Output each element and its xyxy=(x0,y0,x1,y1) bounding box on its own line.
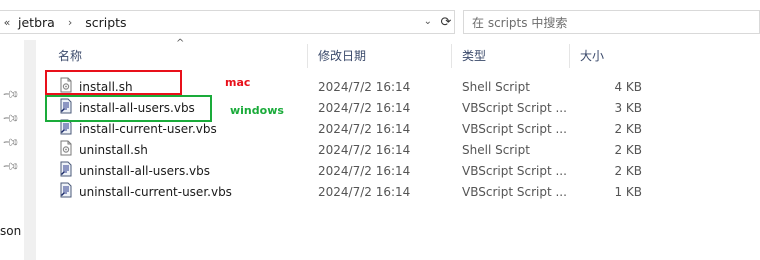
address-dropdown-icon[interactable]: ⌄ xyxy=(424,16,432,27)
file-date: 2024/7/2 16:14 xyxy=(318,184,411,199)
shell-script-icon xyxy=(58,140,79,159)
file-size: 2 KB xyxy=(614,142,642,157)
nav-item-cut-label[interactable]: son xyxy=(0,224,21,238)
annotation-box-windows xyxy=(45,95,212,122)
file-date: 2024/7/2 16:14 xyxy=(318,163,411,178)
file-name[interactable]: uninstall-all-users.vbs xyxy=(79,164,210,178)
pin-icon[interactable]: 📌︎ xyxy=(1,133,20,152)
file-row[interactable]: uninstall-current-user.vbs 2024/7/2 16:14… xyxy=(48,181,644,202)
annotation-label-mac: mac xyxy=(225,76,251,89)
file-type: VBScript Script ... xyxy=(462,121,567,136)
file-name-cell[interactable]: uninstall-all-users.vbs xyxy=(48,161,308,180)
file-name[interactable]: uninstall.sh xyxy=(79,143,148,157)
breadcrumb-separator-icon[interactable]: › xyxy=(59,16,81,29)
annotation-box-mac xyxy=(45,70,182,95)
file-date: 2024/7/2 16:14 xyxy=(318,100,411,115)
nav-scrollbar[interactable] xyxy=(24,40,36,260)
column-header: 名称 修改日期 类型 大小 xyxy=(48,44,644,68)
file-size: 2 KB xyxy=(614,121,642,136)
overflow-chevron-icon[interactable]: « xyxy=(0,16,14,29)
file-type: Shell Script xyxy=(462,142,530,157)
file-size: 1 KB xyxy=(614,184,642,199)
file-name-cell[interactable]: uninstall-current-user.vbs xyxy=(48,182,308,201)
file-type: VBScript Script ... xyxy=(462,184,567,199)
vbscript-icon xyxy=(58,182,79,201)
pin-icon[interactable]: 📌︎ xyxy=(1,85,20,104)
file-name-cell[interactable]: uninstall.sh xyxy=(48,140,308,159)
header-type[interactable]: 类型 xyxy=(452,44,570,68)
vbscript-icon xyxy=(58,161,79,180)
search-box[interactable]: 在 scripts 中搜索 xyxy=(463,10,760,34)
file-size: 4 KB xyxy=(614,79,642,94)
annotation-label-windows: windows xyxy=(230,104,284,117)
address-bar[interactable]: « jetbra › scripts ⌄ xyxy=(0,10,455,34)
breadcrumb-scripts[interactable]: scripts xyxy=(81,15,130,30)
search-input[interactable]: 在 scripts 中搜索 xyxy=(472,14,567,31)
file-date: 2024/7/2 16:14 xyxy=(318,79,411,94)
file-size: 3 KB xyxy=(614,100,642,115)
file-type: Shell Script xyxy=(462,79,530,94)
file-row[interactable]: uninstall-all-users.vbs 2024/7/2 16:14 VBS… xyxy=(48,160,644,181)
file-size: 2 KB xyxy=(614,163,642,178)
file-type: VBScript Script ... xyxy=(462,100,567,115)
file-row[interactable]: uninstall.sh 2024/7/2 16:14 Shell Script 2 … xyxy=(48,139,644,160)
refresh-icon[interactable]: ⟳ xyxy=(436,10,456,34)
pin-icon[interactable]: 📌︎ xyxy=(1,157,20,176)
file-name[interactable]: install-current-user.vbs xyxy=(79,122,217,136)
file-date: 2024/7/2 16:14 xyxy=(318,142,411,157)
header-size[interactable]: 大小 xyxy=(570,44,644,68)
file-type: VBScript Script ... xyxy=(462,163,567,178)
header-name[interactable]: 名称 xyxy=(48,44,308,68)
file-date: 2024/7/2 16:14 xyxy=(318,121,411,136)
file-name[interactable]: uninstall-current-user.vbs xyxy=(79,185,232,199)
breadcrumb-jetbra[interactable]: jetbra xyxy=(14,15,59,30)
top-strip xyxy=(0,0,760,6)
pin-icon[interactable]: 📌︎ xyxy=(1,109,20,128)
header-date[interactable]: 修改日期 xyxy=(308,44,452,68)
